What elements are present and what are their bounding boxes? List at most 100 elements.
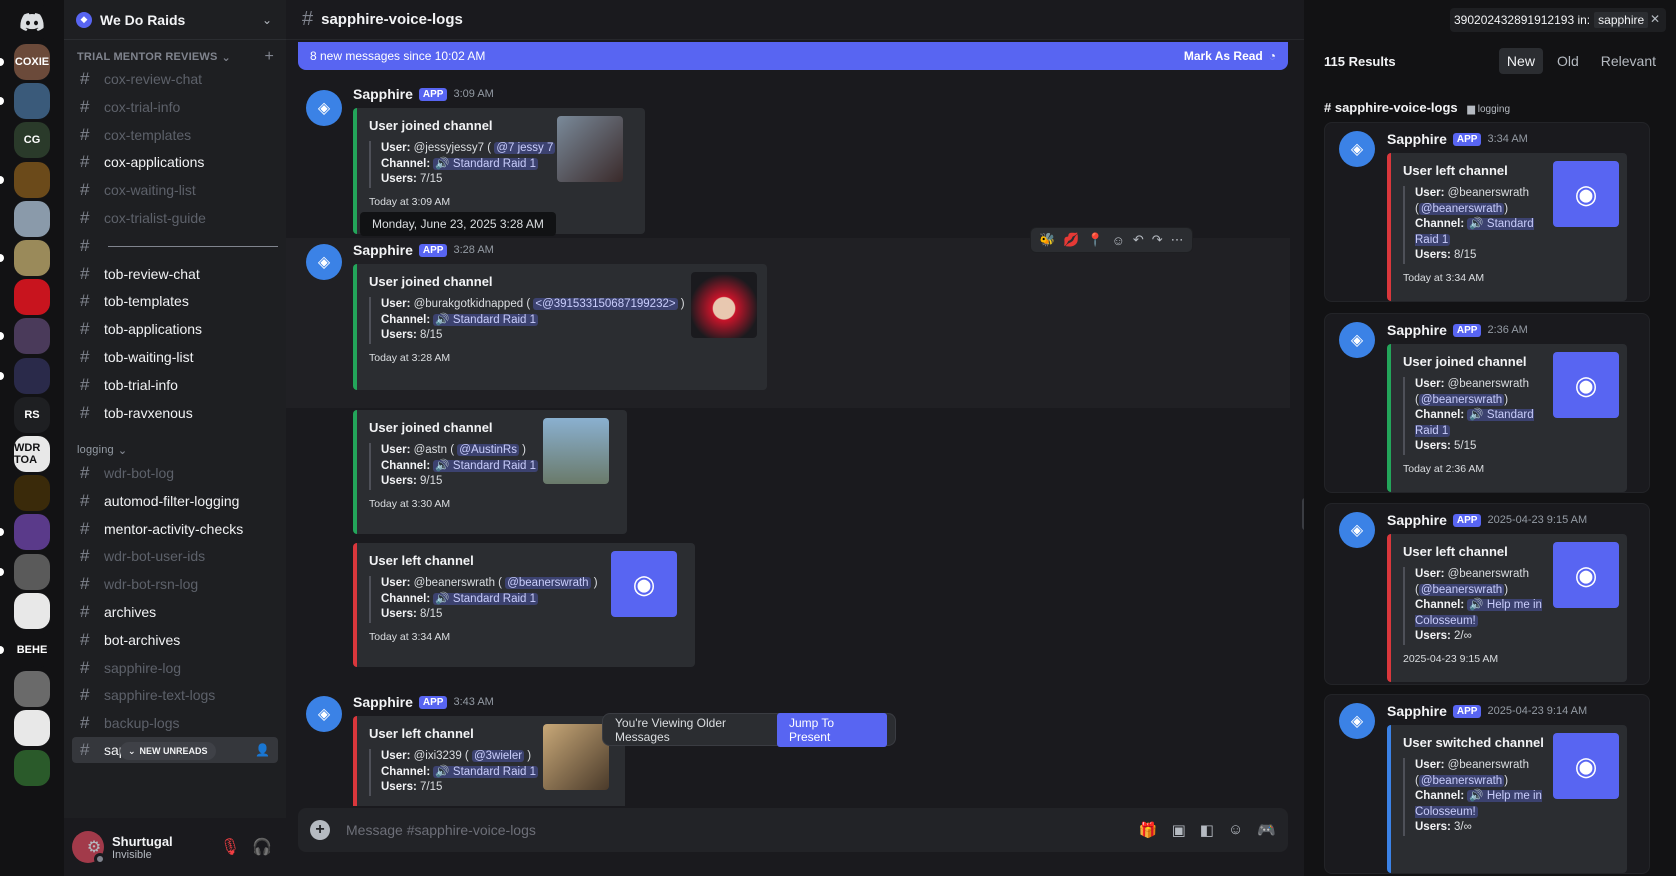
guild-header[interactable]: ◆ We Do Raids ⌄ — [64, 0, 286, 40]
embed-thumbnail[interactable] — [543, 724, 609, 790]
sidebar-item-cox-waiting-list[interactable]: # cox-waiting-list — [72, 177, 278, 203]
sidebar-item-wdr-bot-log[interactable]: # wdr-bot-log — [72, 460, 278, 486]
reply-icon[interactable]: ↶ — [1133, 232, 1144, 248]
sidebar-item-archives[interactable]: # archives — [72, 599, 278, 625]
server-icon[interactable]: WDR TOA — [14, 436, 50, 472]
bot-avatar[interactable]: ◈ — [1339, 322, 1375, 358]
server-icon[interactable] — [14, 240, 50, 276]
discord-logo-icon[interactable]: ◉ — [1553, 352, 1619, 418]
bot-avatar[interactable]: ◈ — [1339, 703, 1375, 739]
server-icon[interactable]: RS — [14, 396, 50, 433]
sticker-icon[interactable]: ◧ — [1200, 821, 1214, 839]
server-icon[interactable] — [14, 710, 50, 747]
message-input[interactable] — [346, 822, 1139, 838]
sidebar-item-cox-trialist-guide[interactable]: # cox-trialist-guide — [72, 205, 278, 231]
search-input[interactable]: 390202432891912193 in: sapphire ✕ — [1450, 8, 1666, 32]
server-icon[interactable] — [14, 161, 50, 198]
channel-mention[interactable]: 🔊 Standard Raid 1 — [433, 313, 539, 326]
gif-icon[interactable]: ▣ — [1172, 821, 1186, 839]
author-name[interactable]: Sapphire — [353, 86, 413, 102]
bot-avatar[interactable]: ◈ — [1339, 131, 1375, 167]
discord-logo-icon[interactable]: ◉ — [1553, 542, 1619, 608]
reaction-icon[interactable]: 🐝 — [1039, 232, 1055, 248]
author-name[interactable]: Sapphire — [1387, 703, 1447, 719]
server-icon[interactable] — [14, 592, 50, 629]
sidebar-item-tob-ravxenous[interactable]: # tob-ravxenous — [72, 400, 278, 426]
channel-mention[interactable]: 🔊 Standard Raid 1 — [433, 592, 539, 605]
sidebar-item-tob-waiting-list[interactable]: # tob-waiting-list — [72, 344, 278, 370]
author-name[interactable]: Sapphire — [1387, 322, 1447, 338]
add-channel-icon[interactable]: + — [264, 48, 274, 66]
server-icon[interactable] — [14, 200, 50, 237]
user-mention[interactable]: @beanerswrath — [1418, 774, 1505, 787]
server-icon[interactable]: BEHE — [14, 632, 50, 668]
user-mention[interactable]: @AustinRs — [457, 444, 519, 456]
server-icon[interactable] — [14, 475, 50, 512]
server-icon[interactable]: CG — [14, 122, 50, 159]
sidebar-item-tob-applications[interactable]: # tob-applications — [72, 316, 278, 342]
user-info[interactable]: Shurtugal Invisible — [112, 834, 214, 861]
sidebar-item-cox-trial-info[interactable]: # cox-trial-info — [72, 94, 278, 120]
channel-mention[interactable]: 🔊 Standard Raid 1 — [433, 765, 539, 778]
discord-home-icon[interactable] — [14, 4, 50, 40]
server-icon[interactable] — [14, 318, 50, 355]
user-mention[interactable]: @7 jessy 7 — [494, 142, 556, 154]
server-icon[interactable] — [14, 553, 50, 590]
author-name[interactable]: Sapphire — [1387, 131, 1447, 147]
discord-logo-icon[interactable]: ◉ — [1553, 733, 1619, 799]
deafen-icon[interactable]: 🎧 — [246, 831, 278, 863]
forward-icon[interactable]: ↷ — [1152, 232, 1163, 248]
author-name[interactable]: Sapphire — [353, 694, 413, 710]
result-channel-heading[interactable]: # sapphire-voice-logs ▆ logging — [1324, 100, 1510, 115]
more-icon[interactable]: ⋯ — [1171, 232, 1184, 248]
mute-mic-icon[interactable]: 🎙 — [214, 831, 246, 863]
sidebar-item-wdr-bot-user-ids[interactable]: # wdr-bot-user-ids — [72, 543, 278, 569]
sidebar-item-divider-channel[interactable]: # — [72, 233, 278, 259]
tab-new[interactable]: New — [1498, 48, 1543, 74]
user-mention[interactable]: @beanerswrath — [1418, 393, 1505, 406]
sidebar-item-tob-templates[interactable]: # tob-templates — [72, 288, 278, 314]
bot-avatar[interactable]: ◈ — [1339, 512, 1375, 548]
author-name[interactable]: Sapphire — [353, 242, 413, 258]
sidebar-item-cox-review-chat[interactable]: # cox-review-chat — [72, 66, 278, 92]
sidebar-item-automod-filter-logging[interactable]: # automod-filter-logging — [72, 488, 278, 514]
user-mention[interactable]: @3wieler — [471, 750, 525, 762]
server-icon[interactable] — [14, 357, 50, 394]
server-icon[interactable] — [14, 749, 50, 786]
invite-icon[interactable]: 👤 — [255, 743, 270, 757]
search-result[interactable]: ◈ Sapphire APP 3:34 AM User left channel User… — [1324, 122, 1650, 302]
discord-logo-icon[interactable]: ◉ — [611, 551, 677, 617]
server-icon[interactable] — [14, 514, 50, 551]
bot-avatar[interactable]: ◈ — [306, 244, 342, 280]
sidebar-item-wdr-bot-rsn-log[interactable]: # wdr-bot-rsn-log — [72, 571, 278, 597]
sidebar-item-backup-logs[interactable]: # backup-logs — [72, 710, 278, 736]
search-result[interactable]: ◈ Sapphire APP 2025-04-23 9:14 AM User switc… — [1324, 694, 1650, 874]
user-mention[interactable]: @beanerswrath — [505, 577, 591, 589]
search-result[interactable]: ◈ Sapphire APP 2025-04-23 9:15 AM User left … — [1324, 503, 1650, 685]
tab-old[interactable]: Old — [1549, 48, 1587, 74]
embed-thumbnail[interactable] — [691, 272, 757, 338]
sidebar-item-cox-templates[interactable]: # cox-templates — [72, 122, 278, 148]
jump-to-present-button[interactable]: Jump To Present — [776, 712, 887, 747]
server-icon[interactable]: COXIE — [14, 44, 50, 80]
category-logging[interactable]: logging ⌄ — [64, 441, 286, 459]
bot-avatar[interactable]: ◈ — [306, 90, 342, 126]
reaction-icon[interactable]: 📍 — [1087, 232, 1103, 248]
add-attachment-icon[interactable]: + — [310, 820, 330, 840]
apps-icon[interactable]: 🎮 — [1257, 821, 1276, 839]
search-result[interactable]: ◈ Sapphire APP 2:36 AM User joined channel Us… — [1324, 313, 1650, 493]
tab-relevant[interactable]: Relevant — [1593, 48, 1664, 74]
sidebar-item-sapphire-log[interactable]: # sapphire-log — [72, 655, 278, 681]
server-icon[interactable] — [14, 83, 50, 120]
emoji-icon[interactable]: ☺ — [1228, 821, 1243, 839]
gift-icon[interactable]: 🎁 — [1139, 821, 1158, 839]
sidebar-item-tob-review-chat[interactable]: # tob-review-chat — [72, 261, 278, 287]
embed-thumbnail[interactable] — [543, 418, 609, 484]
sidebar-item-cox-applications[interactable]: # cox-applications — [72, 149, 278, 175]
server-icon[interactable] — [14, 279, 50, 316]
server-icon[interactable] — [14, 671, 50, 708]
chevron-down-icon[interactable]: ⌄ — [262, 13, 272, 27]
new-unreads-pill[interactable]: ⌄ NEW UNREADS — [120, 742, 216, 760]
mark-as-read-button[interactable]: Mark As Read — [1184, 49, 1263, 63]
close-icon[interactable]: ✕ — [1649, 12, 1660, 26]
